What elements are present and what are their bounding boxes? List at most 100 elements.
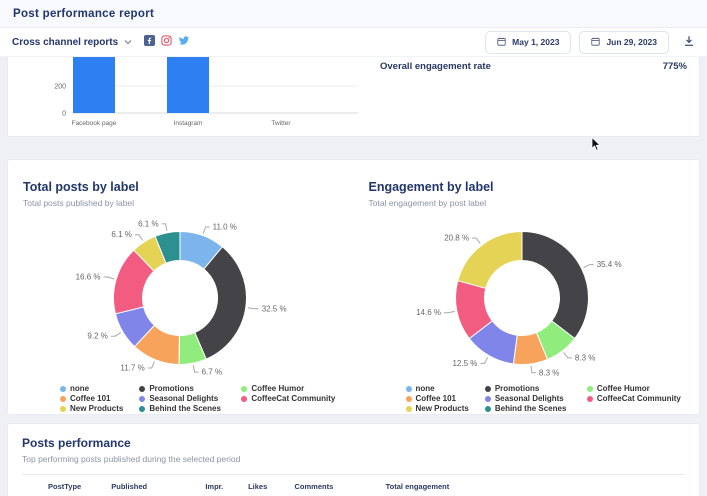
facebook-icon — [144, 33, 155, 51]
posts-performance-subtitle: Top performing posts published during th… — [22, 454, 685, 464]
legend-dot-icon — [139, 386, 145, 392]
legend-item-coffee-humor[interactable]: Coffee Humor — [241, 384, 335, 393]
instagram-icon — [161, 33, 172, 51]
donut-percentage-label: 32.5 % — [262, 304, 287, 313]
donut-percentage-label: 6.1 % — [111, 230, 131, 239]
legend-dot-icon — [485, 386, 491, 392]
legend-label: Coffee 101 — [70, 394, 110, 403]
bar-facebook-page[interactable] — [73, 57, 115, 113]
legend-item-seasonal-delights[interactable]: Seasonal Delights — [139, 394, 225, 403]
panel-subtitle: Total posts published by label — [8, 198, 354, 208]
page-title: Post performance report — [13, 8, 154, 20]
donut-percentage-label: 8.3 % — [538, 368, 558, 377]
legend-item-behind-the-scenes[interactable]: Behind the Scenes — [139, 404, 225, 413]
channels-overview-card: 0 200 Facebook page Instagram Twitter Overal… — [7, 57, 700, 137]
x-axis-label: Instagram — [174, 120, 203, 127]
donut-percentage-label: 6.1 % — [138, 219, 158, 228]
legend-dot-icon — [485, 406, 491, 412]
donut-percentage-label: 9.2 % — [87, 332, 107, 341]
donut-percentage-label: 11.0 % — [213, 223, 237, 232]
legend-dot-icon — [60, 406, 66, 412]
donut-percentage-label: 35.4 % — [596, 260, 621, 269]
legend-item-behind-the-scenes[interactable]: Behind the Scenes — [485, 404, 571, 413]
total-posts-by-label-panel: Total posts by label Total posts publish… — [8, 160, 354, 414]
legend-dot-icon — [485, 396, 491, 402]
app-header: Post performance report — [0, 0, 707, 28]
legend-item-new-products[interactable]: New Products — [60, 404, 123, 413]
report-selector[interactable]: Cross channel reports — [12, 37, 132, 48]
x-axis-label: Twitter — [271, 120, 291, 127]
legend-label: Coffee Humor — [251, 384, 304, 393]
donut-percentage-label: 16.6 % — [76, 273, 101, 282]
legend-label: Seasonal Delights — [495, 394, 564, 403]
y-axis-tick: 0 — [62, 111, 66, 118]
legend-label: CoffeeCat Community — [251, 394, 335, 403]
donut-segment-promotions[interactable] — [522, 232, 588, 339]
legend-item-none[interactable]: none — [60, 384, 123, 393]
legend-label: New Products — [416, 404, 469, 413]
legend-dot-icon — [241, 386, 247, 392]
channel-icons — [144, 33, 190, 51]
date-to-button[interactable]: Jun 29, 2023 — [579, 31, 669, 54]
bar-instagram[interactable] — [167, 57, 209, 113]
date-from-button[interactable]: May 1, 2023 — [485, 31, 571, 54]
column-header-total-engagement[interactable]: Total engagement — [357, 482, 449, 491]
legend-item-promotions[interactable]: Promotions — [139, 384, 225, 393]
donut-percentage-label: 20.8 % — [444, 234, 469, 243]
download-icon — [683, 35, 695, 50]
overall-engagement-row: Overall engagement rate 775% — [366, 57, 699, 136]
legend-label: CoffeeCat Community — [597, 394, 681, 403]
legend-label: Coffee 101 — [416, 394, 456, 403]
column-header-likes[interactable]: Likes — [237, 482, 267, 491]
y-axis-tick: 200 — [54, 84, 66, 91]
donut-percentage-label: 8.3 % — [574, 353, 594, 362]
legend-label: none — [70, 384, 89, 393]
posts-table-header: Post Type Published Impr. Likes Comments… — [22, 474, 685, 496]
column-header-impressions[interactable]: Impr. — [189, 482, 223, 491]
donut-percentage-label: 6.7 % — [202, 368, 222, 377]
panel-title: Total posts by label — [8, 180, 354, 194]
legend-dot-icon — [406, 406, 412, 412]
calendar-icon — [591, 37, 600, 48]
legend-item-coffeecat-community[interactable]: CoffeeCat Community — [241, 394, 335, 403]
legend-item-coffee-101[interactable]: Coffee 101 — [60, 394, 123, 403]
chart-legend: noneCoffee 101New Products PromotionsSeas… — [8, 384, 354, 413]
overall-engagement-label: Overall engagement rate — [380, 61, 491, 72]
mouse-cursor-icon — [591, 137, 602, 157]
column-header-type[interactable]: Type — [64, 482, 111, 491]
column-header-post[interactable]: Post — [22, 482, 64, 491]
engagement-by-label-panel: Engagement by label Total engagement by … — [354, 160, 700, 414]
legend-item-coffee-humor[interactable]: Coffee Humor — [587, 384, 681, 393]
column-header-comments[interactable]: Comments — [281, 482, 333, 491]
legend-item-coffee-101[interactable]: Coffee 101 — [406, 394, 469, 403]
legend-dot-icon — [241, 396, 247, 402]
panel-subtitle: Total engagement by post label — [354, 198, 700, 208]
date-from-value: May 1, 2023 — [512, 37, 559, 47]
legend-item-promotions[interactable]: Promotions — [485, 384, 571, 393]
column-header-published[interactable]: Published — [111, 482, 189, 491]
posts-performance-title: Posts performance — [22, 436, 685, 450]
legend-label: Promotions — [149, 384, 193, 393]
calendar-icon — [497, 37, 506, 48]
chart-legend: noneCoffee 101New Products PromotionsSeas… — [354, 384, 700, 413]
legend-label: Coffee Humor — [597, 384, 650, 393]
engagement-donut-chart: 35.4 %8.3 %8.3 %12.5 %14.6 %20.8 % — [354, 214, 700, 382]
total-posts-donut-chart: 11.0 % 32.5 % 6.7 % 11.7 % 9.2 % 16.6 % 6.1 % 6… — [8, 214, 354, 382]
legend-dot-icon — [60, 386, 66, 392]
legend-item-new-products[interactable]: New Products — [406, 404, 469, 413]
legend-item-seasonal-delights[interactable]: Seasonal Delights — [485, 394, 571, 403]
legend-item-none[interactable]: none — [406, 384, 469, 393]
legend-dot-icon — [587, 396, 593, 402]
legend-item-coffeecat-community[interactable]: CoffeeCat Community — [587, 394, 681, 403]
overall-engagement-value: 775% — [663, 61, 687, 72]
date-to-value: Jun 29, 2023 — [606, 37, 657, 47]
legend-label: Promotions — [495, 384, 539, 393]
panel-title: Engagement by label — [354, 180, 700, 194]
legend-label: Seasonal Delights — [149, 394, 218, 403]
legend-label: Behind the Scenes — [149, 404, 221, 413]
donut-percentage-label: 14.6 % — [416, 308, 441, 317]
legend-label: none — [416, 384, 435, 393]
download-report-button[interactable] — [683, 35, 695, 50]
x-axis-label: Facebook page — [72, 120, 117, 127]
donut-percentage-label: 11.7 % — [120, 364, 144, 373]
